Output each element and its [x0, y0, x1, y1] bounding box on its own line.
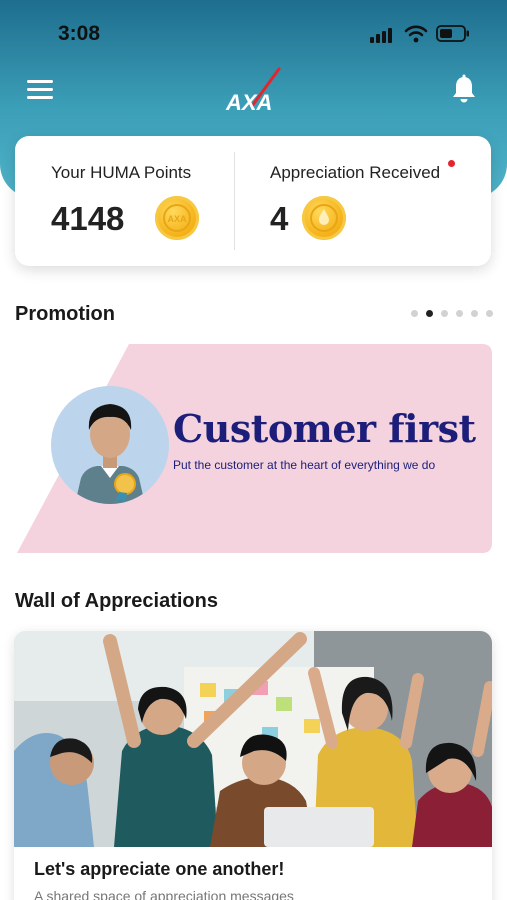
carousel-dot[interactable] [441, 310, 448, 317]
carousel-dot[interactable] [411, 310, 418, 317]
axa-logo: AXA [225, 67, 281, 115]
promotion-title: Promotion [15, 303, 115, 325]
celebrating-team-photo [14, 631, 492, 847]
wifi-icon [404, 25, 428, 43]
appreciation-coin-icon [302, 196, 346, 240]
employee-avatar-illustration [51, 386, 169, 504]
carousel-dot[interactable] [486, 310, 493, 317]
notification-dot [448, 160, 455, 167]
banner-subtext: Put the customer at the heart of everyth… [173, 458, 436, 472]
status-time: 3:08 [58, 22, 101, 45]
banner-heading: Customer first [173, 406, 476, 451]
carousel-indicator [411, 310, 493, 318]
wall-card-description: A shared space of appreciation messages [34, 888, 294, 900]
top-nav: AXA [0, 66, 507, 122]
promotion-banner[interactable]: Customer first Put the customer at the h… [17, 344, 492, 553]
points-card: Your HUMA Points 4148 AXA Appreciation R… [15, 136, 491, 266]
wall-title: Wall of Appreciations [15, 590, 218, 612]
appreciation-value: 4 [270, 200, 289, 237]
battery-icon [436, 25, 469, 42]
wall-card-title: Let's appreciate one another! [34, 859, 285, 879]
carousel-dot-active[interactable] [426, 310, 433, 317]
signal-icon [370, 27, 396, 43]
bell-icon[interactable] [451, 74, 477, 104]
huma-coin-icon: AXA [155, 196, 199, 240]
wall-card[interactable]: Let's appreciate one another! A shared s… [14, 631, 492, 900]
svg-text:AXA: AXA [167, 214, 187, 224]
menu-icon[interactable] [27, 79, 55, 101]
huma-points-value: 4148 [51, 200, 125, 237]
huma-points-label: Your HUMA Points [51, 163, 192, 182]
carousel-dot[interactable] [471, 310, 478, 317]
status-bar: 3:08 [0, 0, 507, 66]
carousel-dot[interactable] [456, 310, 463, 317]
appreciation-label: Appreciation Received [270, 163, 441, 182]
svg-text:AXA: AXA [225, 90, 272, 115]
card-divider [234, 152, 235, 250]
